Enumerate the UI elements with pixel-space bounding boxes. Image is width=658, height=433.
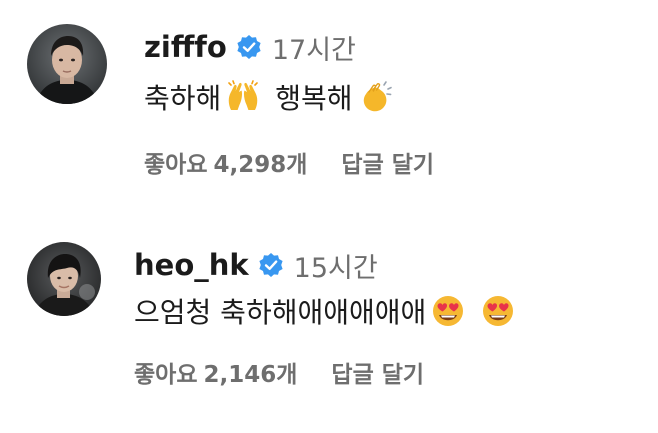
avatar[interactable]: [27, 242, 101, 316]
verified-badge-icon: [236, 34, 262, 60]
likes-label[interactable]: 좋아요: [144, 145, 207, 179]
comment-actions: 좋아요 2,146개 답글 달기: [134, 354, 424, 390]
comment-header: heo_hk 15시간: [134, 244, 378, 286]
username[interactable]: heo_hk: [134, 248, 249, 282]
avatar-photo: [27, 24, 107, 104]
comment-text: 으엄청 축하해애애애애애: [134, 290, 516, 332]
reply-button[interactable]: 답글 달기: [341, 145, 434, 179]
username[interactable]: zifffo: [144, 30, 227, 64]
heart-eyes-face-icon: [480, 294, 516, 328]
verified-badge-icon: [258, 252, 284, 278]
likes-count[interactable]: 4,298개: [213, 145, 307, 179]
heart-eyes-face-icon: [430, 294, 466, 328]
comment-actions: 좋아요 4,298개 답글 달기: [144, 144, 434, 180]
raising-hands-icon: [225, 80, 261, 114]
likes-count[interactable]: 2,146개: [203, 355, 297, 389]
comment-header: zifffo 17시간: [144, 26, 356, 68]
comment-text-part: 으엄청 축하해애애애애애: [134, 296, 427, 329]
likes-label[interactable]: 좋아요: [134, 355, 197, 389]
comment-item: heo_hk 15시간 으엄청 축하해애애애애애 좋아요 2,146개 답글 달…: [0, 220, 658, 420]
avatar[interactable]: [27, 24, 107, 104]
comment-text: 축하해 행복해: [144, 76, 393, 118]
reply-button[interactable]: 답글 달기: [331, 355, 424, 389]
comment-text-part: 행복해: [275, 82, 353, 115]
comment-text-part: 축하해: [144, 82, 222, 115]
comment-item: zifffo 17시간 축하해 행복해 좋아요 4,298개 답글 달기: [0, 0, 658, 200]
comment-time: 15시간: [293, 252, 378, 284]
avatar-photo: [27, 242, 101, 316]
comment-time: 17시간: [271, 34, 356, 66]
clapping-hands-icon: [357, 80, 393, 114]
